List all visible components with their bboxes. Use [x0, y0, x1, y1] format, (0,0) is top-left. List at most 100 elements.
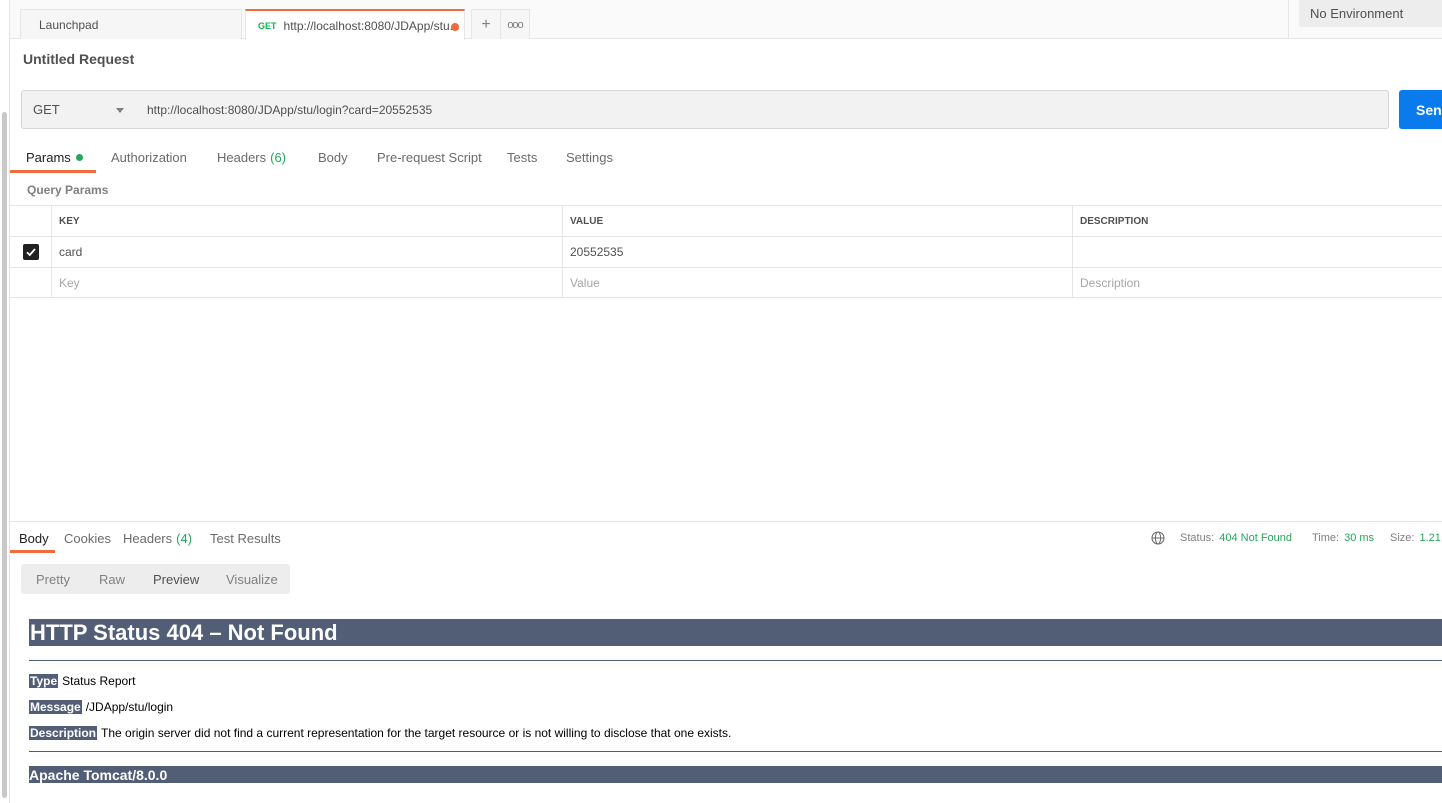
url-text: http://localhost:8080/JDApp/stu/login?ca… — [147, 102, 433, 117]
tab-tests[interactable]: Tests — [507, 141, 537, 173]
scrollbar-thumb[interactable] — [2, 112, 7, 798]
tab-launchpad-label: Launchpad — [39, 17, 99, 32]
tab-body[interactable]: Body — [318, 141, 348, 173]
new-value-input[interactable]: Value — [562, 268, 1072, 298]
view-visualize[interactable]: Visualize — [226, 564, 278, 594]
more-tabs-button[interactable]: ooo — [500, 9, 530, 39]
headers-count: (6) — [270, 149, 287, 165]
unsaved-dot-icon — [451, 23, 459, 31]
view-preview-label: Preview — [153, 571, 200, 587]
tab-prerequest-script[interactable]: Pre-request Script — [377, 141, 482, 173]
resp-tab-headers-label: Headers — [123, 530, 173, 546]
tab-body-label: Body — [318, 149, 348, 165]
method-select[interactable]: GET — [21, 90, 137, 129]
status-label: Status: — [1180, 532, 1215, 544]
tab-headers-label: Headers — [217, 149, 267, 165]
method-label: GET — [33, 102, 60, 117]
preview-rule-top — [29, 660, 1442, 661]
request-title[interactable]: Untitled Request — [23, 51, 134, 67]
row-checkbox-cell[interactable] — [10, 237, 51, 267]
response-tabs: Body Cookies Headers (4) Test Results St… — [10, 523, 1442, 553]
view-pretty[interactable]: Pretty — [36, 564, 70, 594]
response-time[interactable]: Time: 30 ms — [1312, 523, 1374, 553]
tab-authorization-label: Authorization — [111, 149, 187, 165]
more-icon: ooo — [507, 18, 523, 31]
status-value: 404 Not Found — [1219, 532, 1293, 544]
query-params-table: KEY VALUE DESCRIPTION card 20552535 Key … — [10, 205, 1442, 298]
time-label: Time: — [1312, 532, 1340, 544]
size-value: 1.21 — [1419, 532, 1441, 544]
globe-icon[interactable] — [1151, 531, 1165, 545]
column-header-description: DESCRIPTION — [1072, 206, 1442, 236]
view-raw-label: Raw — [99, 571, 126, 587]
new-row-checkbox-cell — [10, 268, 51, 298]
resp-headers-count: (4) — [176, 530, 193, 546]
table-header-row: KEY VALUE DESCRIPTION — [10, 205, 1442, 236]
plus-icon: + — [481, 15, 491, 33]
preview-type-row: Type Status Report — [29, 673, 136, 688]
resp-tab-test-results-label: Test Results — [210, 530, 281, 546]
preview-type-label: Type — [29, 673, 59, 688]
params-active-dot-icon — [75, 153, 83, 161]
env-divider — [1288, 0, 1289, 39]
active-tab-indicator — [10, 170, 96, 173]
request-tabs: Params Authorization Headers (6) Body Pr… — [10, 141, 1442, 173]
chevron-down-icon — [116, 108, 124, 113]
response-size[interactable]: Size: 1.21 — [1390, 523, 1441, 553]
environment-select[interactable]: No Environment — [1299, 0, 1442, 27]
tab-tests-label: Tests — [507, 149, 538, 165]
tab-launchpad[interactable]: Launchpad — [20, 9, 242, 39]
column-header-value: VALUE — [562, 206, 1072, 236]
tab-params-label: Params — [26, 149, 71, 165]
view-visualize-label: Visualize — [226, 571, 278, 587]
resp-tab-body[interactable]: Body — [19, 523, 49, 553]
view-preview[interactable]: Preview — [153, 564, 199, 594]
resp-tab-cookies-label: Cookies — [64, 530, 111, 546]
response-status[interactable]: Status: 404 Not Found — [1180, 523, 1292, 553]
resp-tab-cookies[interactable]: Cookies — [64, 523, 111, 553]
preview-message-label: Message — [29, 699, 82, 714]
tab-settings[interactable]: Settings — [566, 141, 613, 173]
view-pretty-label: Pretty — [36, 571, 70, 587]
resp-tab-test-results[interactable]: Test Results — [210, 523, 281, 553]
param-description-cell[interactable] — [1072, 237, 1442, 267]
param-key-cell[interactable]: card — [51, 237, 562, 267]
preview-message-value: /JDApp/stu/login — [85, 699, 174, 714]
resp-active-tab-indicator — [10, 550, 55, 553]
preview-footer: Apache Tomcat/8.0.0 — [29, 766, 1442, 783]
time-value: 30 ms — [1344, 532, 1375, 544]
tab-prerequest-label: Pre-request Script — [377, 149, 482, 165]
preview-description-label: Description — [29, 725, 98, 740]
tab-headers[interactable]: Headers (6) — [217, 141, 286, 173]
send-label: Send — [1416, 101, 1442, 118]
checkbox-checked-icon[interactable] — [22, 244, 39, 260]
preview-description-value: The origin server did not find a current… — [101, 725, 732, 740]
tab-authorization[interactable]: Authorization — [111, 141, 187, 173]
header-checkbox-cell — [10, 206, 51, 236]
new-key-input[interactable]: Key — [51, 268, 562, 298]
preview-heading: HTTP Status 404 – Not Found — [29, 619, 1442, 646]
resp-tab-headers[interactable]: Headers (4) — [123, 523, 192, 553]
new-tab-button[interactable]: + — [471, 9, 501, 39]
response-view-switcher: Pretty Raw Preview Visualize — [21, 564, 290, 594]
url-input[interactable]: http://localhost:8080/JDApp/stu/login?ca… — [136, 90, 1389, 129]
preview-description-row: Description The origin server did not fi… — [29, 725, 731, 740]
size-label: Size: — [1390, 532, 1415, 544]
table-row: card 20552535 — [10, 236, 1442, 267]
param-value-cell[interactable]: 20552535 — [562, 237, 1072, 267]
environment-label: No Environment — [1310, 6, 1404, 21]
tab-url-label: http://localhost:8080/JDApp/stu... — [283, 18, 460, 33]
send-button[interactable]: Send — [1399, 90, 1442, 129]
view-raw[interactable]: Raw — [99, 564, 125, 594]
preview-type-value: Status Report — [62, 673, 136, 688]
response-divider[interactable] — [10, 521, 1442, 522]
tab-params[interactable]: Params — [26, 141, 83, 173]
column-header-key: KEY — [51, 206, 562, 236]
new-description-input[interactable]: Description — [1072, 268, 1442, 298]
left-scrollbar[interactable] — [0, 0, 10, 803]
tab-method-label: GET — [258, 20, 277, 31]
query-params-label: Query Params — [27, 183, 109, 197]
resp-tab-body-label: Body — [19, 530, 49, 546]
tab-untitled-request[interactable]: GET http://localhost:8080/JDApp/stu... — [245, 9, 465, 40]
table-row-new: Key Value Description — [10, 267, 1442, 298]
